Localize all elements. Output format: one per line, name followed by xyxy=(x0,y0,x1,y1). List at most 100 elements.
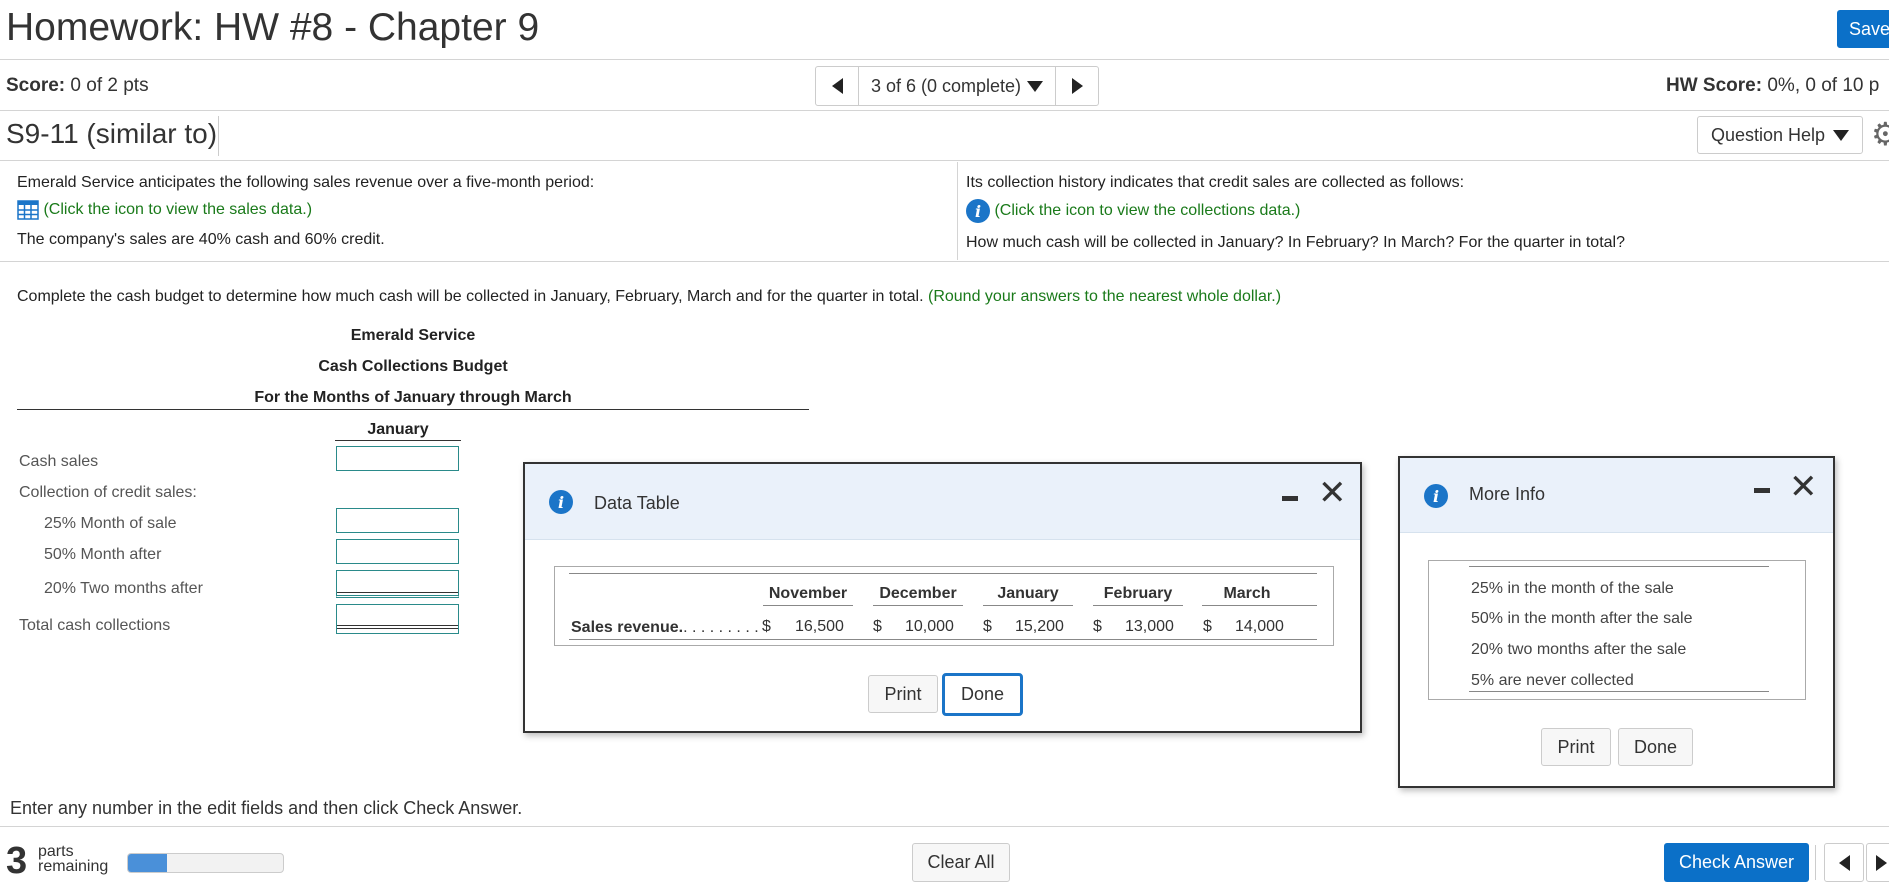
row-label-two-months-after: 20% Two months after xyxy=(44,580,203,597)
arrow-right-icon xyxy=(1071,78,1083,94)
close-icon[interactable]: ✕ xyxy=(1318,476,1347,510)
prompt-left-line3: The company's sales are 40% cash and 60%… xyxy=(17,231,385,248)
footer-hint: Enter any number in the edit fields and … xyxy=(10,798,523,818)
page-title: Homework: HW #8 - Chapter 9 xyxy=(6,6,540,49)
info-icon[interactable]: i xyxy=(966,199,990,223)
progress-fill xyxy=(128,854,167,872)
divider xyxy=(0,59,1889,60)
arrow-left-icon xyxy=(831,78,843,94)
done-button[interactable]: Done xyxy=(1618,728,1693,766)
col-header-february: February xyxy=(1103,585,1173,602)
cash-sales-input[interactable] xyxy=(336,446,459,471)
gear-icon[interactable]: ⚙ xyxy=(1871,118,1889,150)
remaining-word: remaining xyxy=(38,858,109,875)
minimize-icon[interactable] xyxy=(1754,488,1770,493)
hw-score-value: 0%, 0 of 10 p xyxy=(1767,75,1880,96)
collection-item-4: 5% are never collected xyxy=(1471,672,1634,689)
currency-symbol: $ xyxy=(762,618,771,635)
divider xyxy=(983,605,1073,606)
currency-symbol: $ xyxy=(1203,618,1212,635)
info-icon: i xyxy=(549,490,573,514)
total-cash-collections-input[interactable] xyxy=(336,604,459,634)
done-button[interactable]: Done xyxy=(942,673,1023,716)
caret-down-icon xyxy=(1833,129,1850,141)
currency-symbol: $ xyxy=(1093,618,1102,635)
divider xyxy=(763,605,853,606)
parts-remaining-label: parts remaining xyxy=(38,843,109,875)
score-label: Score: xyxy=(6,75,66,96)
print-button[interactable]: Print xyxy=(1541,728,1611,766)
divider xyxy=(1093,605,1183,606)
dialog-title: Data Table xyxy=(594,493,680,513)
collection-item-3: 20% two months after the sale xyxy=(1471,641,1687,658)
question-help-label: Question Help xyxy=(1710,124,1826,145)
currency-symbol: $ xyxy=(873,618,882,635)
sales-table-frame: November December January February March… xyxy=(554,566,1334,646)
budget-company: Emerald Service xyxy=(350,327,476,344)
value-november: 16,500 xyxy=(795,618,844,635)
prompt-right-line1: Its collection history indicates that cr… xyxy=(966,174,1465,191)
divider xyxy=(0,261,1889,262)
score: Score: 0 of 2 pts xyxy=(6,75,149,97)
pager-text: 3 of 6 (0 complete) xyxy=(870,75,1022,96)
row-dots: . . . . . . . . . xyxy=(683,619,759,636)
check-answer-button[interactable]: Check Answer xyxy=(1664,843,1809,882)
next-question-button[interactable] xyxy=(1866,843,1889,882)
minimize-icon[interactable] xyxy=(1282,496,1298,501)
grid-icon[interactable] xyxy=(17,200,39,220)
divider xyxy=(0,160,1889,161)
sales-data-link[interactable]: (Click the icon to view the sales data.) xyxy=(17,200,312,220)
close-icon[interactable]: ✕ xyxy=(1789,470,1818,504)
collection-item-1: 25% in the month of the sale xyxy=(1471,580,1674,597)
sales-data-link-text[interactable]: (Click the icon to view the sales data.) xyxy=(43,201,312,218)
two-months-after-input[interactable] xyxy=(336,570,459,598)
instruction-text: Complete the cash budget to determine ho… xyxy=(17,288,924,305)
prev-question-button[interactable] xyxy=(816,67,858,105)
row-label-month-after: 50% Month after xyxy=(44,546,162,563)
row-label-total: Total cash collections xyxy=(19,617,171,634)
collections-data-link-text[interactable]: (Click the icon to view the collections … xyxy=(994,202,1300,219)
save-button[interactable]: Save xyxy=(1837,10,1889,48)
divider xyxy=(957,162,958,260)
divider xyxy=(1202,605,1317,606)
data-table-dialog: i Data Table ✕ November December January… xyxy=(523,462,1362,733)
prev-question-button[interactable] xyxy=(1824,843,1864,882)
clear-all-button[interactable]: Clear All xyxy=(912,843,1010,882)
divider xyxy=(1815,845,1816,880)
divider xyxy=(17,409,809,410)
arrow-left-icon xyxy=(1838,854,1850,871)
budget-name: Cash Collections Budget xyxy=(318,358,508,375)
next-question-button[interactable] xyxy=(1056,67,1098,105)
value-january: 15,200 xyxy=(1015,618,1064,635)
hw-score-label: HW Score: xyxy=(1666,75,1763,96)
value-march: 14,000 xyxy=(1235,618,1284,635)
score-value: 0 of 2 pts xyxy=(70,75,149,96)
more-info-dialog: i More Info ✕ 25% in the month of the sa… xyxy=(1398,456,1835,788)
collections-table-frame: 25% in the month of the sale 50% in the … xyxy=(1428,560,1806,700)
divider xyxy=(569,639,1317,640)
parts-word: parts xyxy=(38,843,74,860)
month-of-sale-input[interactable] xyxy=(336,508,459,533)
dialog-header: i More Info ✕ xyxy=(1400,458,1833,533)
month-after-input[interactable] xyxy=(336,539,459,564)
question-selector[interactable]: 3 of 6 (0 complete) xyxy=(858,67,1056,105)
arrow-right-icon xyxy=(1875,854,1887,871)
question-help-button[interactable]: Question Help xyxy=(1697,116,1863,154)
divider xyxy=(218,116,219,156)
col-header-december: December xyxy=(879,585,957,602)
dialog-title: More Info xyxy=(1469,484,1546,504)
divider xyxy=(0,110,1889,111)
value-december: 10,000 xyxy=(905,618,954,635)
col-header-january: January xyxy=(997,585,1059,602)
divider xyxy=(569,573,1317,574)
caret-down-icon xyxy=(1027,80,1044,92)
info-icon: i xyxy=(1424,484,1448,508)
print-button[interactable]: Print xyxy=(868,675,938,713)
dialog-header: i Data Table ✕ xyxy=(525,464,1360,540)
prompt-left-line1: Emerald Service anticipates the followin… xyxy=(17,174,595,191)
divider xyxy=(335,440,461,441)
collections-data-link[interactable]: i (Click the icon to view the collection… xyxy=(966,199,1300,223)
col-header-march: March xyxy=(1223,585,1271,602)
row-label-cash-sales: Cash sales xyxy=(19,453,99,470)
instruction-note: (Round your answers to the nearest whole… xyxy=(928,288,1282,305)
